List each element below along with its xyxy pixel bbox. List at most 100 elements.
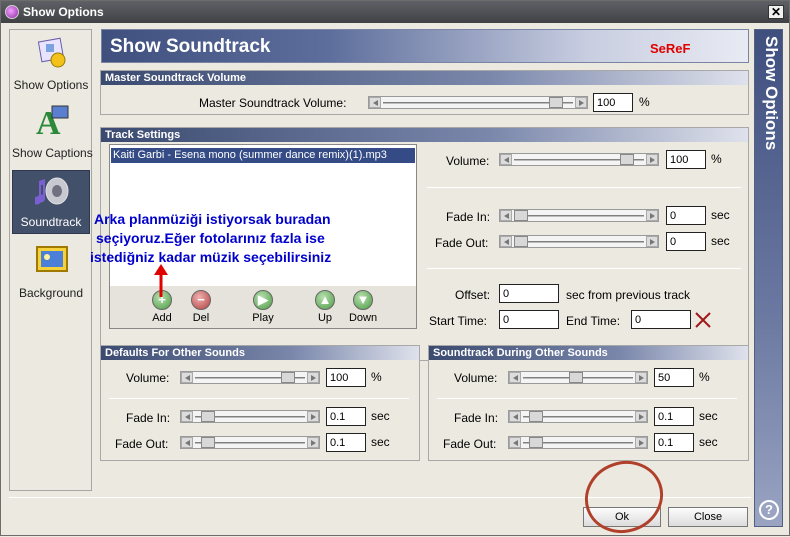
end-time-label: End Time: xyxy=(566,314,621,328)
sec-label: sec xyxy=(699,435,718,449)
slider-left-arrow[interactable] xyxy=(509,437,521,448)
slider-right-arrow[interactable] xyxy=(635,372,647,383)
slider-left-arrow[interactable] xyxy=(500,154,512,165)
slider-track xyxy=(514,215,644,217)
sec-label: sec xyxy=(711,234,730,248)
divider xyxy=(437,398,737,399)
sidebar: Show Options A Show Captions Soundtrack xyxy=(9,29,93,491)
slider-left-arrow[interactable] xyxy=(500,210,512,221)
defaults-fade-in-slider[interactable] xyxy=(180,410,320,423)
title-bar[interactable]: Show Options ✕ xyxy=(1,1,789,23)
defaults-fade-out-input[interactable] xyxy=(326,433,366,452)
slider-right-arrow[interactable] xyxy=(646,154,658,165)
end-time-input[interactable] xyxy=(631,310,691,329)
track-fade-in-input[interactable] xyxy=(666,206,706,225)
defaults-fade-out-slider[interactable] xyxy=(180,436,320,449)
percent-label: % xyxy=(711,152,722,166)
track-volume-slider[interactable] xyxy=(499,153,659,166)
slider-left-arrow[interactable] xyxy=(181,372,193,383)
slider-right-arrow[interactable] xyxy=(307,372,319,383)
side-tab-label: Show Options xyxy=(762,36,781,151)
track-fade-out-label: Fade Out: xyxy=(435,236,489,250)
during-volume-slider[interactable] xyxy=(508,371,648,384)
page-header: Show Soundtrack SeReF xyxy=(101,29,749,63)
during-fade-out-input[interactable] xyxy=(654,433,694,452)
play-button[interactable]: ▶ Play xyxy=(243,290,283,324)
during-volume-input[interactable] xyxy=(654,368,694,387)
show-options-side-tab: Show Options ? xyxy=(754,29,783,527)
defaults-fade-out-label: Fade Out: xyxy=(115,437,169,451)
slider-thumb[interactable] xyxy=(569,372,583,383)
offset-input[interactable] xyxy=(499,284,559,303)
track-fade-in-slider[interactable] xyxy=(499,209,659,222)
slider-thumb[interactable] xyxy=(281,372,295,383)
annotation-line-3: istediğniz kadar müzik seçebilirsiniz xyxy=(90,249,332,265)
slider-thumb[interactable] xyxy=(201,437,215,448)
clear-x-icon[interactable] xyxy=(693,310,713,330)
sidebar-item-label: Show Captions xyxy=(12,146,93,160)
add-label: Add xyxy=(152,312,172,324)
arrow-down-icon: ▼ xyxy=(353,290,373,310)
slider-thumb[interactable] xyxy=(201,411,215,422)
slider-right-arrow[interactable] xyxy=(307,411,319,422)
play-icon: ▶ xyxy=(253,290,273,310)
speaker-icon xyxy=(35,177,69,205)
percent-label: % xyxy=(639,95,650,109)
sidebar-item-show-captions[interactable]: A Show Captions xyxy=(12,100,93,164)
slider-thumb[interactable] xyxy=(549,97,563,108)
up-button[interactable]: ▲ Up xyxy=(305,290,345,324)
delete-button[interactable]: − Del xyxy=(181,290,221,324)
during-fade-in-input[interactable] xyxy=(654,407,694,426)
up-label: Up xyxy=(317,312,333,324)
signature-text: SeReF xyxy=(650,41,691,56)
during-fade-out-label: Fade Out: xyxy=(443,437,497,451)
track-list-item[interactable]: Kaiti Garbi - Esena mono (summer dance r… xyxy=(111,148,415,163)
track-fade-out-input[interactable] xyxy=(666,232,706,251)
sidebar-item-background[interactable]: Background xyxy=(12,240,90,304)
track-fade-out-slider[interactable] xyxy=(499,235,659,248)
slider-right-arrow[interactable] xyxy=(635,411,647,422)
during-fade-out-slider[interactable] xyxy=(508,436,648,449)
slider-left-arrow[interactable] xyxy=(509,411,521,422)
slider-left-arrow[interactable] xyxy=(500,236,512,247)
slider-thumb[interactable] xyxy=(529,411,543,422)
close-button[interactable]: Close xyxy=(668,507,748,527)
during-fade-in-slider[interactable] xyxy=(508,410,648,423)
defaults-panel: Defaults For Other Sounds Volume: % Fade… xyxy=(100,345,420,461)
track-fade-in-label: Fade In: xyxy=(446,210,491,224)
slider-left-arrow[interactable] xyxy=(509,372,521,383)
offset-label: Offset: xyxy=(455,288,491,302)
defaults-volume-slider[interactable] xyxy=(180,371,320,384)
down-button[interactable]: ▼ Down xyxy=(343,290,383,324)
slider-thumb[interactable] xyxy=(529,437,543,448)
slider-left-arrow[interactable] xyxy=(181,437,193,448)
sidebar-item-label: Soundtrack xyxy=(20,215,82,229)
show-options-icon xyxy=(37,37,66,68)
close-icon[interactable]: ✕ xyxy=(768,5,784,19)
annotation-line-2: seçiyoruz.Eğer fotolarınız fazla ise xyxy=(96,230,325,246)
slider-right-arrow[interactable] xyxy=(646,236,658,247)
master-volume-input[interactable] xyxy=(593,93,633,112)
track-volume-input[interactable] xyxy=(666,150,706,169)
slider-right-arrow[interactable] xyxy=(307,437,319,448)
sidebar-item-show-options[interactable]: Show Options xyxy=(12,32,90,96)
defaults-fade-in-input[interactable] xyxy=(326,407,366,426)
slider-thumb[interactable] xyxy=(620,154,634,165)
slider-right-arrow[interactable] xyxy=(646,210,658,221)
master-volume-slider[interactable] xyxy=(368,96,588,109)
slider-thumb[interactable] xyxy=(514,236,528,247)
sidebar-item-soundtrack[interactable]: Soundtrack xyxy=(12,170,90,234)
panel-title: Soundtrack During Other Sounds xyxy=(429,346,748,360)
start-time-input[interactable] xyxy=(499,310,559,329)
defaults-volume-input[interactable] xyxy=(326,368,366,387)
slider-left-arrow[interactable] xyxy=(369,97,381,108)
slider-thumb[interactable] xyxy=(514,210,528,221)
sidebar-item-label: Background xyxy=(18,286,84,300)
slider-right-arrow[interactable] xyxy=(635,437,647,448)
during-fade-in-label: Fade In: xyxy=(454,411,499,425)
slider-right-arrow[interactable] xyxy=(575,97,587,108)
help-icon[interactable]: ? xyxy=(759,500,779,520)
sec-label: sec xyxy=(371,435,390,449)
divider xyxy=(427,268,741,269)
slider-left-arrow[interactable] xyxy=(181,411,193,422)
